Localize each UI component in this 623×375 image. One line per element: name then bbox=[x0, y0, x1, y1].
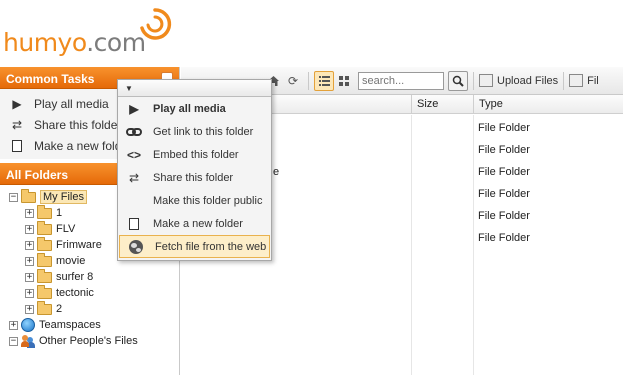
menu-item-play-all-media[interactable]: ▶ Play all media bbox=[118, 97, 271, 120]
tree-node-folder[interactable]: + 2 bbox=[0, 300, 179, 317]
share-icon: ⇄ bbox=[11, 117, 23, 132]
folder-icon bbox=[37, 204, 52, 219]
expand-toggle-icon[interactable]: + bbox=[25, 256, 34, 266]
search-input[interactable] bbox=[358, 71, 444, 90]
share-icon: ⇄ bbox=[128, 170, 140, 185]
globe-icon bbox=[127, 238, 145, 256]
play-icon: ▶ bbox=[12, 96, 22, 111]
folder-icon bbox=[37, 220, 52, 235]
expand-toggle-icon[interactable]: + bbox=[25, 208, 34, 218]
folder-icon bbox=[37, 268, 52, 283]
collapse-toggle-icon[interactable]: − bbox=[9, 336, 18, 346]
menu-item-new-folder[interactable]: Make a new folder bbox=[118, 212, 271, 235]
menu-item-embed-folder[interactable]: <> Embed this folder bbox=[118, 143, 271, 166]
tree-node-other-peoples-files[interactable]: − Other People's Files bbox=[0, 333, 179, 349]
logo-brand: humyo bbox=[3, 28, 87, 57]
tree-node-folder[interactable]: + tectonic bbox=[0, 284, 179, 301]
people-icon bbox=[21, 334, 35, 348]
list-view-icon[interactable] bbox=[314, 70, 334, 91]
logo-swirl-icon bbox=[140, 8, 172, 40]
folder-icon bbox=[37, 236, 52, 251]
embed-icon: <> bbox=[126, 147, 141, 162]
folder-icon bbox=[37, 300, 52, 315]
search-icon[interactable] bbox=[448, 70, 468, 91]
folder-icon bbox=[37, 284, 52, 299]
folder-icon bbox=[37, 252, 52, 267]
upload-icon bbox=[479, 74, 493, 87]
refresh-icon[interactable]: ⟳ bbox=[283, 71, 303, 91]
caret-down-icon: ▼ bbox=[125, 84, 133, 93]
expand-toggle-icon[interactable]: + bbox=[25, 224, 34, 234]
tree-node-teamspaces[interactable]: + Teamspaces bbox=[0, 317, 179, 333]
tree-node-folder[interactable]: + surfer 8 bbox=[0, 268, 179, 285]
folder-icon bbox=[21, 188, 36, 203]
menu-header[interactable]: ▼ bbox=[118, 80, 271, 97]
new-folder-icon bbox=[125, 215, 143, 233]
menu-item-get-link[interactable]: Get link to this folder bbox=[118, 120, 271, 143]
thumbnail-view-icon[interactable] bbox=[334, 71, 354, 91]
column-header-size[interactable]: Size bbox=[411, 95, 473, 114]
humyo-logo: humyo.com bbox=[3, 4, 183, 60]
folder-actions-menu: ▼ ▶ Play all media Get link to this fold… bbox=[117, 79, 272, 261]
teamspaces-globe-icon bbox=[21, 318, 35, 332]
collapse-toggle-icon[interactable]: − bbox=[9, 192, 18, 202]
menu-item-fetch-from-web[interactable]: Fetch file from the web bbox=[119, 235, 270, 258]
expand-toggle-icon[interactable]: + bbox=[25, 288, 34, 298]
expand-toggle-icon[interactable]: + bbox=[25, 240, 34, 250]
link-icon bbox=[125, 123, 143, 141]
upload-files-button[interactable]: Upload Files bbox=[479, 74, 558, 87]
files-icon bbox=[569, 74, 584, 87]
expand-toggle-icon[interactable]: + bbox=[25, 272, 34, 282]
column-header-type[interactable]: Type bbox=[473, 95, 623, 114]
play-icon: ▶ bbox=[129, 101, 139, 116]
menu-item-share-folder[interactable]: ⇄ Share this folder bbox=[118, 166, 271, 189]
new-folder-icon bbox=[9, 138, 25, 154]
files-button[interactable]: Fil bbox=[569, 74, 599, 87]
expand-toggle-icon[interactable]: + bbox=[9, 320, 18, 330]
common-tasks-title: Common Tasks bbox=[6, 72, 95, 86]
expand-toggle-icon[interactable]: + bbox=[25, 304, 34, 314]
menu-item-make-public[interactable]: Make this folder public bbox=[118, 189, 271, 212]
all-folders-title: All Folders bbox=[6, 168, 69, 182]
